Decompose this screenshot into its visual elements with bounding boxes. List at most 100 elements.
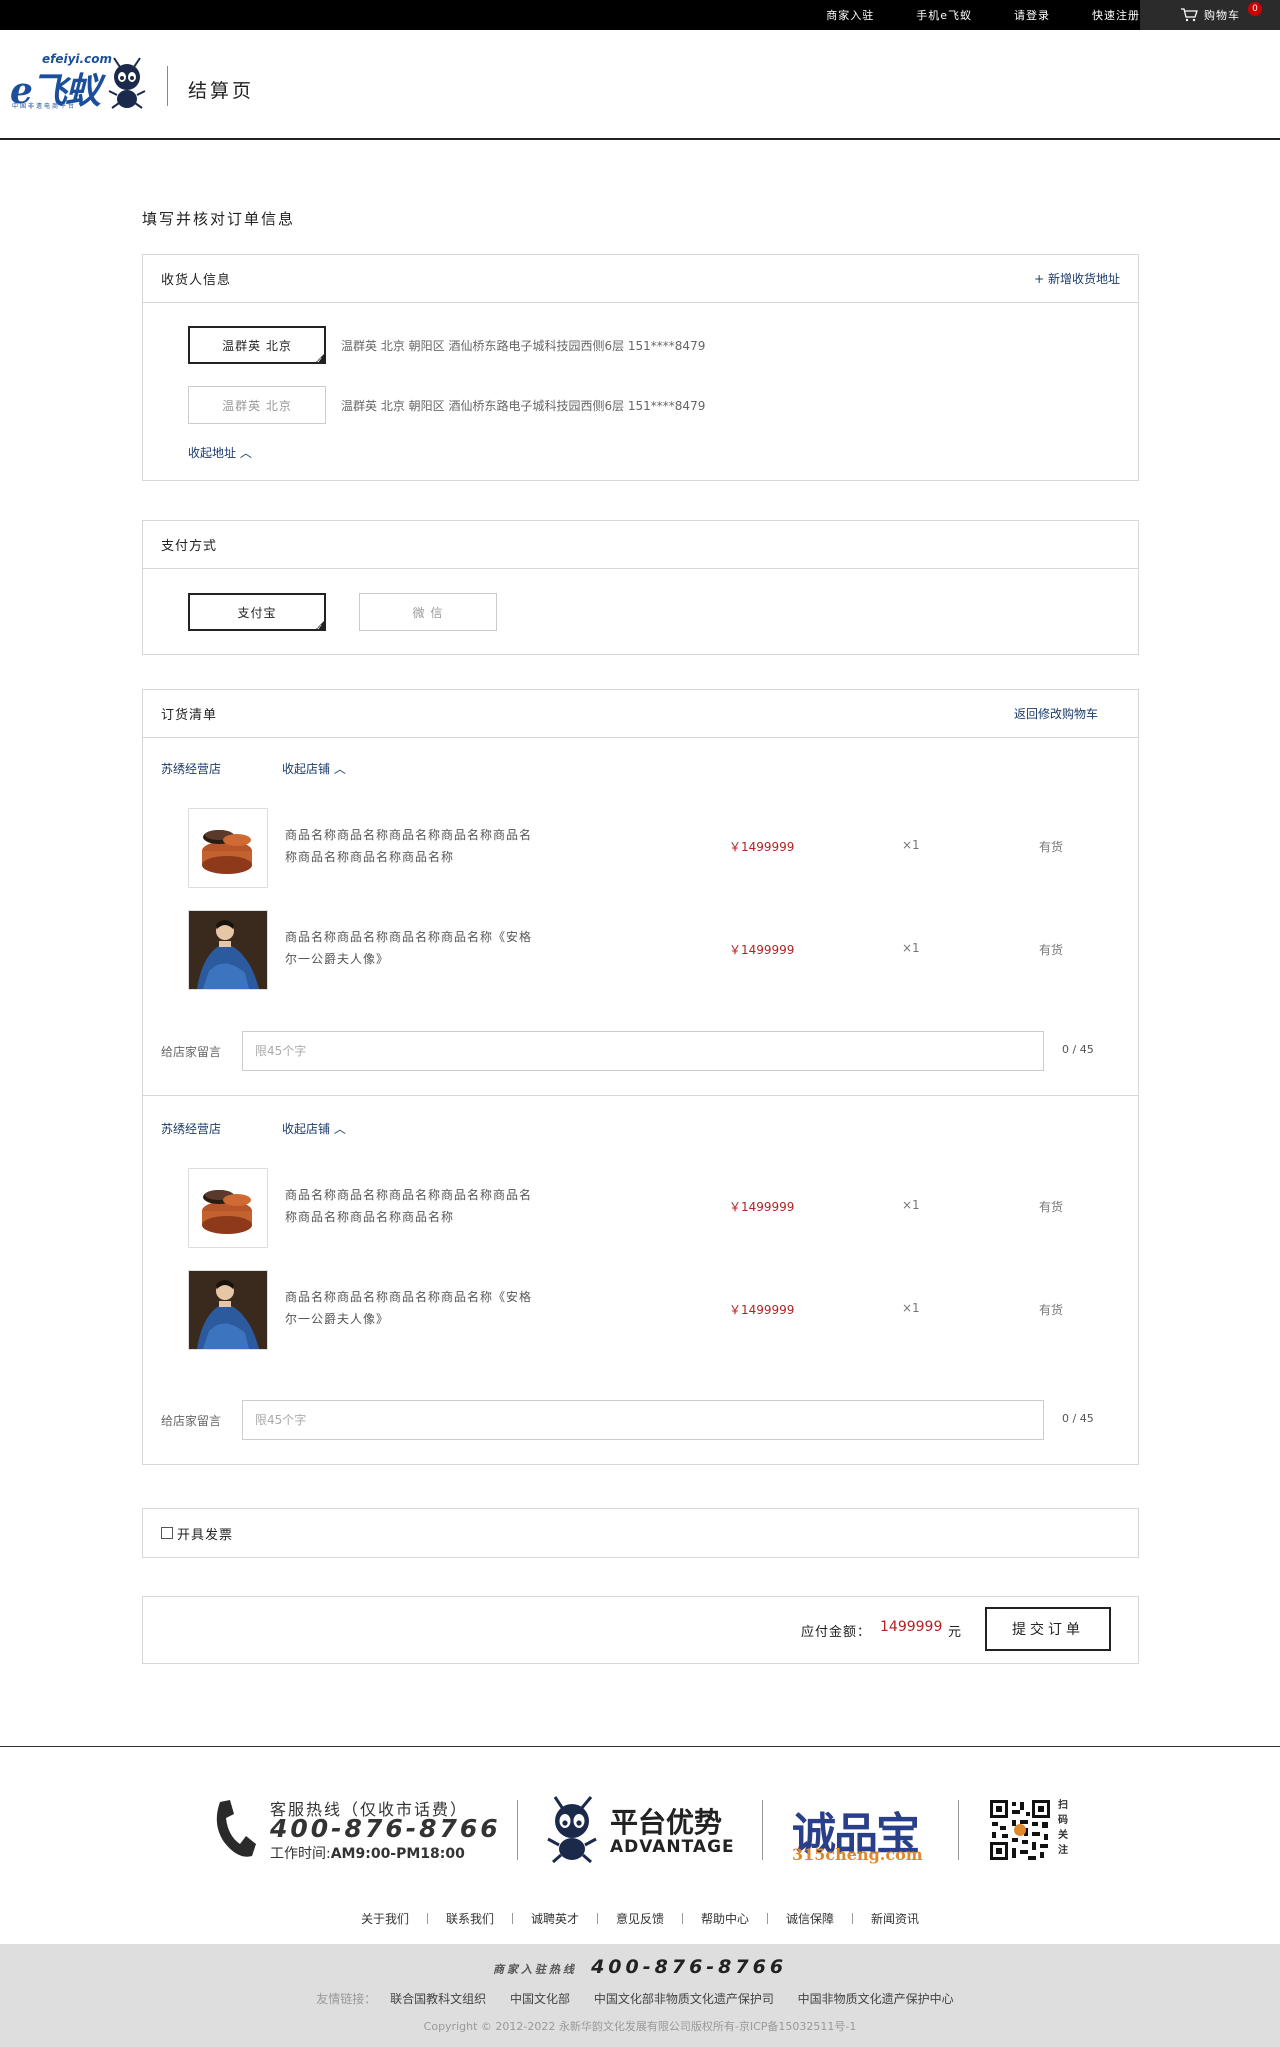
payment-header: 支付方式 [143, 521, 1138, 569]
product-thumb[interactable] [188, 808, 268, 888]
address-option-1[interactable]: 温群英 北京 [188, 326, 326, 365]
register-link[interactable]: 快速注册 [1092, 7, 1140, 23]
product-qty: ×1 [902, 838, 920, 852]
collapse-shop-link[interactable]: 收起店铺 ︿ [282, 760, 346, 777]
section-heading: 填写并核对订单信息 [142, 210, 296, 228]
friend-links: 友情链接： 联合国教科文组织 中国文化部 中国文化部非物质文化遗产保护司 中国非… [0, 1990, 1280, 2007]
platform-advantage: 平台优势 ADVANTAGE [545, 1795, 745, 1865]
pay-option-wechat[interactable]: 微 信 [359, 593, 497, 631]
product-qty: ×1 [902, 1301, 920, 1315]
order-list-header: 订货清单 返回修改购物车 [143, 690, 1138, 738]
seller-message-label: 给店家留言 [161, 1414, 222, 1428]
friend-link[interactable]: 中国非物质文化遗产保护中心 [798, 1992, 954, 2006]
product-thumb[interactable] [188, 910, 268, 990]
consignee-panel: 收货人信息 + 新增收货地址 温群英 北京 温群英 北京 朝阳区 酒仙桥东路电子… [142, 254, 1139, 481]
product-name[interactable]: 商品名称商品名称商品名称商品名称商品名称商品名称商品名称商品名称 [285, 1184, 535, 1228]
cart-button[interactable]: 购物车 0 [1140, 0, 1280, 30]
cart-count-badge: 0 [1248, 2, 1262, 16]
product-qty: ×1 [902, 1198, 920, 1212]
cart-icon [1181, 8, 1198, 22]
address-detail-1: 温群英 北京 朝阳区 酒仙桥东路电子城科技园西侧6层 151****8479 [341, 339, 706, 353]
add-address-link[interactable]: + 新增收货地址 [1034, 270, 1120, 287]
merchant-join-link[interactable]: 商家入驻 [826, 7, 874, 23]
cart-label: 购物车 [1204, 9, 1240, 22]
lacquer-box-image [202, 830, 252, 874]
footer-divider [0, 1746, 1280, 1747]
product-name[interactable]: 商品名称商品名称商品名称商品名称《安格尔一公爵夫人像》 [285, 926, 535, 970]
message-char-count: 0 / 45 [1062, 1043, 1094, 1056]
chengpinbao-url: 315cheng.com [792, 1845, 923, 1864]
product-stock: 有货 [1039, 943, 1064, 957]
product-price: ￥1499999 [729, 840, 795, 854]
seller-message-input[interactable] [242, 1031, 1044, 1071]
qr-code [988, 1798, 1052, 1862]
product-stock: 有货 [1039, 1200, 1064, 1214]
shop-divider [143, 1095, 1138, 1096]
total-amount: 1499999 [880, 1619, 943, 1635]
advantage-title: 平台优势 [610, 1806, 723, 1839]
chengpinbao-logo[interactable]: 诚品宝 315cheng.com [792, 1798, 942, 1866]
product-name[interactable]: 商品名称商品名称商品名称商品名称《安格尔一公爵夫人像》 [285, 1286, 535, 1330]
pay-option-alipay[interactable]: 支付宝 [188, 593, 326, 632]
message-char-count: 0 / 45 [1062, 1412, 1094, 1425]
shop-name[interactable]: 苏绣经营店 [161, 760, 221, 777]
friend-link[interactable]: 中国文化部 [510, 1992, 570, 2006]
ant-mascot-icon [108, 57, 146, 109]
collapse-shop-link[interactable]: 收起店铺 ︿ [282, 1120, 346, 1137]
footer-link-feedback[interactable]: 意见反馈 [598, 1910, 682, 1927]
lacquer-box-image [202, 1190, 252, 1234]
ant-mascot-icon [547, 1796, 597, 1863]
footer-link-news[interactable]: 新闻资讯 [853, 1910, 937, 1927]
consignee-title: 收货人信息 [161, 273, 232, 288]
phone-icon [216, 1800, 256, 1857]
product-stock: 有货 [1039, 1303, 1064, 1317]
invoice-checkbox[interactable] [161, 1527, 173, 1539]
mobile-app-link[interactable]: 手机e飞蚁 [916, 7, 972, 23]
total-unit: 元 [948, 1625, 963, 1640]
portrait-painting-image [189, 911, 267, 989]
merchant-hotline-label: 商家入驻热线 [492, 1963, 577, 1976]
order-list-title: 订货清单 [161, 708, 218, 723]
merchant-hotline: 商家入驻热线 400-876-8766 [0, 1956, 1280, 1978]
page-title: 结算页 [188, 80, 255, 102]
login-link[interactable]: 请登录 [1014, 7, 1050, 23]
site-logo[interactable]: efeiyi.com e飞蚁 中国非遗电商平台 [10, 52, 150, 112]
product-qty: ×1 [902, 941, 920, 955]
footer-separator [517, 1800, 518, 1860]
qr-code-icon [988, 1798, 1052, 1862]
address-option-2[interactable]: 温群英 北京 [188, 386, 326, 424]
back-to-cart-link[interactable]: 返回修改购物车 [1014, 705, 1098, 722]
product-price: ￥1499999 [729, 1303, 795, 1317]
submit-order-button[interactable]: 提交订单 [985, 1607, 1111, 1651]
friend-link[interactable]: 中国文化部非物质文化遗产保护司 [594, 1992, 774, 2006]
footer-separator [958, 1800, 959, 1860]
top-bar: 商家入驻 手机e飞蚁 请登录 快速注册 购物车 0 [0, 0, 1280, 30]
payment-title: 支付方式 [161, 539, 218, 554]
footer-separator [762, 1800, 763, 1860]
footer-link-contact[interactable]: 联系我们 [428, 1910, 512, 1927]
footer-link-help[interactable]: 帮助中心 [683, 1910, 767, 1927]
product-thumb[interactable] [188, 1270, 268, 1350]
seller-message-input[interactable] [242, 1400, 1044, 1440]
logo-slogan: 中国非遗电商平台 [12, 103, 77, 110]
invoice-label[interactable]: 开具发票 [177, 1524, 233, 1543]
top-links: 商家入驻 手机e飞蚁 请登录 快速注册 [826, 0, 1140, 30]
hotline-number: 400-876-8766 [270, 1814, 501, 1843]
merchant-hotline-number: 400-876-8766 [591, 1956, 788, 1978]
product-thumb[interactable] [188, 1168, 268, 1248]
seller-message-label: 给店家留言 [161, 1045, 222, 1059]
shop-name[interactable]: 苏绣经营店 [161, 1120, 221, 1137]
footer-link-trust[interactable]: 诚信保障 [768, 1910, 852, 1927]
header-divider [167, 66, 168, 106]
hours-label: 工作时间: [270, 1846, 331, 1862]
product-price: ￥1499999 [729, 1200, 795, 1214]
footer-link-about[interactable]: 关于我们 [343, 1910, 427, 1927]
footer-link-careers[interactable]: 诚聘英才 [513, 1910, 597, 1927]
friend-links-label: 友情链接： [316, 1992, 377, 2006]
hours-value: AM9:00-PM18:00 [330, 1846, 465, 1862]
service-hotline: 客服热线（仅收市话费） 400-876-8766 工作时间:AM9:00-PM1… [210, 1796, 510, 1862]
friend-link[interactable]: 联合国教科文组织 [390, 1992, 486, 2006]
product-name[interactable]: 商品名称商品名称商品名称商品名称商品名称商品名称商品名称商品名称 [285, 824, 535, 868]
payment-panel: 支付方式 支付宝 微 信 [142, 520, 1139, 655]
collapse-address-link[interactable]: 收起地址 ︿ [188, 444, 252, 461]
